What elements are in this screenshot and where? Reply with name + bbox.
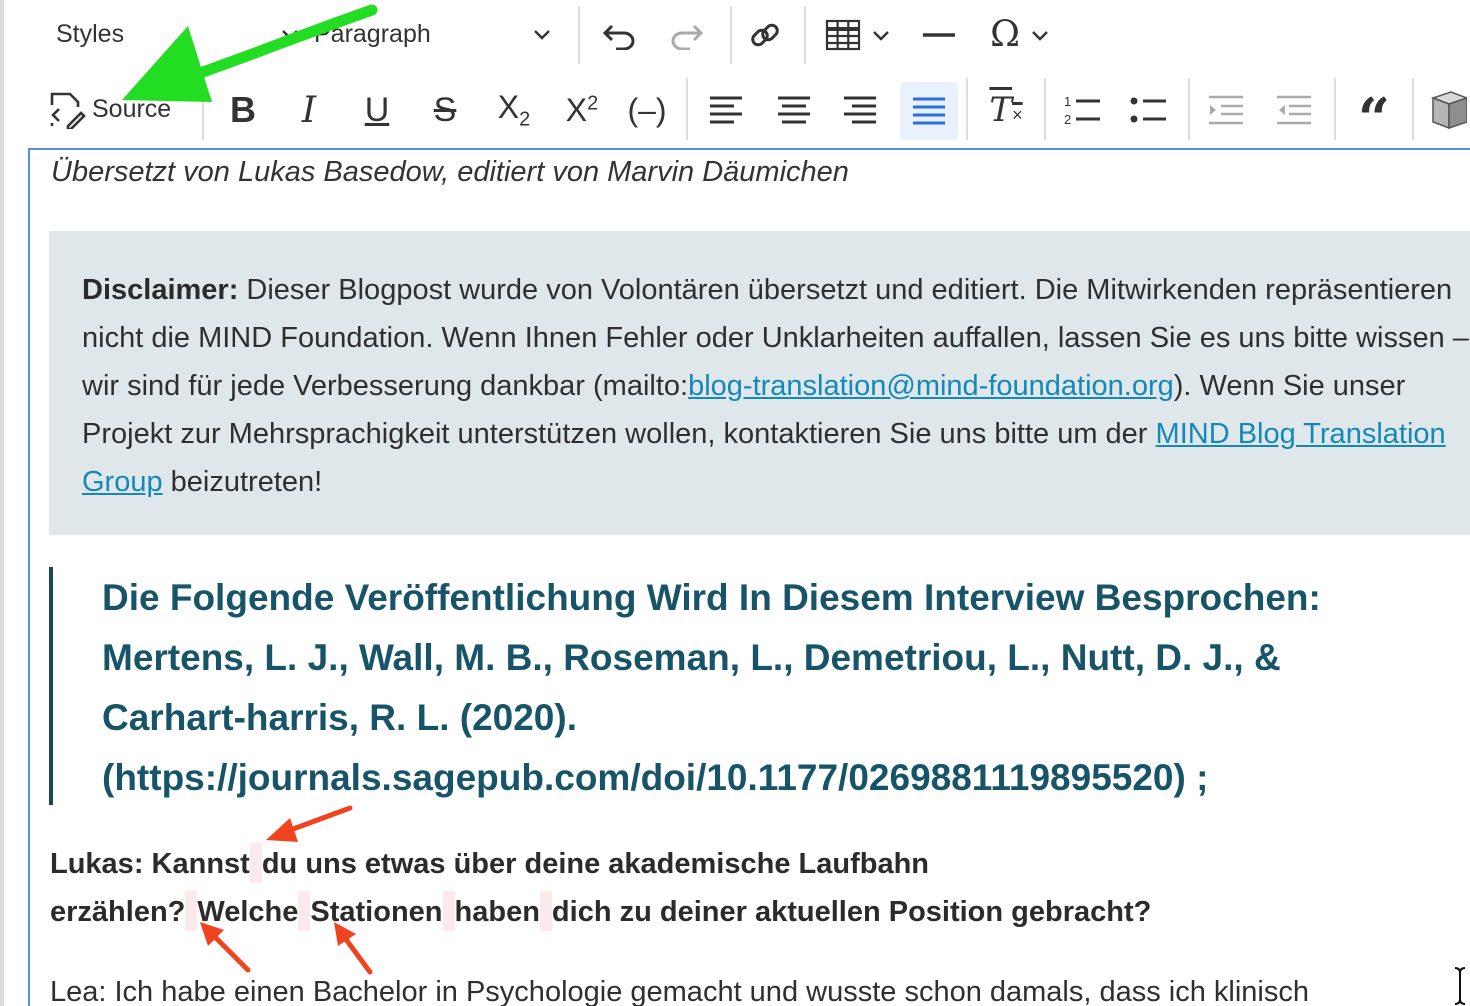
- link-button[interactable]: [740, 12, 790, 58]
- svg-text:2: 2: [1064, 112, 1071, 127]
- source-code-icon: [50, 92, 86, 129]
- editor-content-area[interactable]: Übersetzt von Lukas Basedow, editiert vo…: [30, 150, 1470, 1006]
- redo-icon: [671, 24, 704, 50]
- align-left-icon: [710, 96, 742, 124]
- question-word: haben: [454, 896, 540, 928]
- align-left-button[interactable]: [700, 86, 752, 134]
- disclaimer-paragraph: Disclaimer: Dieser Blogpost wurde von Vo…: [82, 266, 1470, 506]
- question-word: erzählen?: [50, 896, 186, 928]
- outdent-button[interactable]: [1200, 86, 1252, 134]
- undo-icon: [602, 24, 635, 50]
- horizontal-line-button[interactable]: [912, 12, 966, 58]
- align-right-button[interactable]: [834, 86, 886, 134]
- table-button[interactable]: [818, 12, 900, 58]
- justify-icon: [913, 97, 945, 125]
- bulleted-list-icon: [1130, 97, 1166, 123]
- editor-toolbar: Styles Paragraph Ω Source B I U S X2 X2 …: [28, 0, 1470, 150]
- media-button[interactable]: [1424, 86, 1470, 134]
- align-center-icon: [778, 96, 810, 124]
- svg-text:1: 1: [1064, 94, 1071, 109]
- question-word: dich zu deiner aktuellen Position gebrac…: [551, 896, 1152, 928]
- strikethrough-icon: S: [433, 90, 457, 129]
- toolbar-divider: [1334, 78, 1336, 140]
- text-cursor-icon: [1454, 967, 1466, 1005]
- styles-dropdown[interactable]: Styles: [56, 14, 302, 54]
- underline-icon: U: [364, 90, 390, 129]
- toolbar-divider: [966, 78, 968, 140]
- strikethrough-button[interactable]: S: [420, 86, 470, 134]
- toolbar-divider: [1412, 78, 1414, 140]
- italic-icon: I: [301, 89, 317, 131]
- subscript-icon: X2: [497, 88, 531, 131]
- chevron-down-icon: [873, 31, 889, 41]
- chevron-down-icon: [1032, 31, 1048, 41]
- toolbar-row-1: Styles Paragraph Ω: [28, 0, 1470, 70]
- styles-dropdown-label: Styles: [56, 19, 125, 48]
- disclaimer-label: Disclaimer:: [82, 274, 239, 306]
- nbsp-highlight: [442, 891, 455, 931]
- media-icon: [1430, 91, 1467, 130]
- blockquote-heading: Die Folgende Veröffentlichung Wird In Di…: [102, 577, 1321, 798]
- toolbar-row-2: Source B I U S X2 X2 (–) T× 1 2 “: [28, 74, 1470, 148]
- editor-left-gutter: [0, 0, 4, 1006]
- email-link[interactable]: blog-translation@mind-foundation.org: [688, 370, 1174, 402]
- question-word: du uns etwas über deine akademische Lauf…: [261, 848, 929, 880]
- underline-button[interactable]: U: [352, 86, 402, 134]
- blockquote-border: [49, 567, 53, 805]
- code-icon: (–): [627, 91, 667, 128]
- nbsp-highlight: [298, 891, 311, 931]
- chevron-down-icon: [534, 30, 550, 40]
- italic-button[interactable]: I: [284, 86, 334, 134]
- numbered-list-icon: 12: [1064, 94, 1100, 127]
- horizontal-line-icon: [923, 33, 955, 37]
- subscript-button[interactable]: X2: [486, 86, 542, 134]
- bold-icon: B: [230, 89, 256, 130]
- bulleted-list-button[interactable]: [1122, 86, 1174, 134]
- nbsp-highlight: [539, 891, 552, 931]
- chevron-down-icon: [282, 30, 298, 40]
- interview-answer: Lea: Ich habe einen Bachelor in Psycholo…: [50, 976, 1310, 1006]
- nbsp-highlight: [185, 891, 198, 931]
- undo-button[interactable]: [594, 12, 646, 56]
- align-right-icon: [844, 96, 876, 124]
- align-center-button[interactable]: [768, 86, 820, 134]
- table-icon: [825, 19, 861, 51]
- code-button[interactable]: (–): [620, 86, 674, 134]
- paragraph-format-dropdown[interactable]: Paragraph: [314, 14, 554, 54]
- question-word: Welche: [197, 896, 299, 928]
- disclaimer-text-3: beizutreten!: [162, 466, 323, 498]
- numbered-list-button[interactable]: 12: [1056, 86, 1108, 134]
- toolbar-divider: [578, 6, 580, 64]
- justify-button[interactable]: [900, 82, 958, 140]
- question-word: Stationen: [310, 896, 443, 928]
- blockquote-button[interactable]: “: [1346, 86, 1402, 147]
- remove-format-button[interactable]: T×: [978, 86, 1034, 134]
- special-characters-button[interactable]: Ω: [978, 12, 1064, 58]
- bold-button[interactable]: B: [218, 86, 268, 134]
- remove-format-icon: T×: [989, 90, 1023, 130]
- source-button-label: Source: [92, 94, 172, 123]
- superscript-button[interactable]: X2: [554, 86, 610, 134]
- nbsp-highlight: [249, 843, 262, 883]
- special-character-icon: Ω: [990, 14, 1020, 55]
- indent-button[interactable]: [1268, 86, 1320, 134]
- redo-button[interactable]: [660, 12, 712, 56]
- source-button[interactable]: Source: [46, 86, 188, 132]
- question-word: Lukas: Kannst: [50, 848, 250, 880]
- outdent-icon: [1209, 95, 1243, 125]
- byline: Übersetzt von Lukas Basedow, editiert vo…: [51, 156, 849, 188]
- indent-icon: [1277, 95, 1311, 125]
- toolbar-divider: [1044, 78, 1046, 140]
- interview-question: Lukas: Kannst du uns etwas über deine aka…: [50, 840, 1350, 936]
- superscript-icon: X2: [565, 91, 599, 128]
- blockquote-icon: “: [1357, 86, 1391, 152]
- toolbar-divider: [730, 6, 732, 64]
- toolbar-divider: [1188, 78, 1190, 140]
- format-dropdown-label: Paragraph: [314, 19, 431, 48]
- toolbar-divider: [202, 78, 204, 140]
- toolbar-divider: [686, 78, 688, 140]
- disclaimer-box: Disclaimer: Dieser Blogpost wurde von Vo…: [49, 231, 1470, 535]
- link-icon: [751, 23, 779, 47]
- toolbar-divider: [804, 6, 806, 64]
